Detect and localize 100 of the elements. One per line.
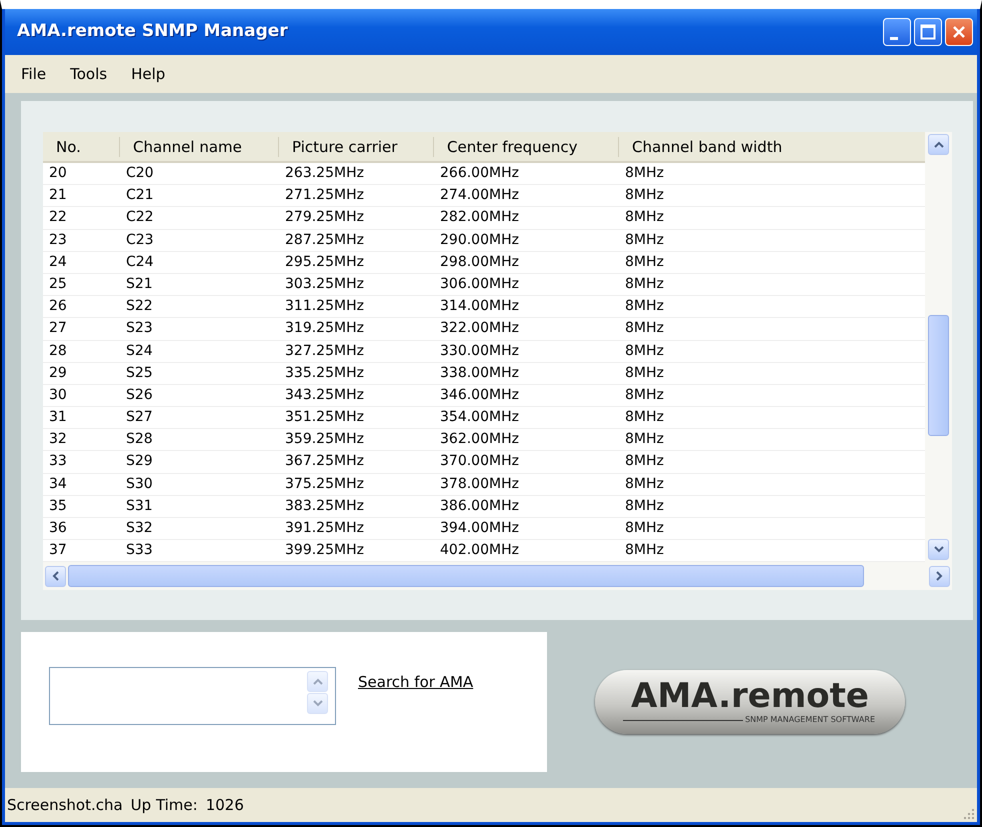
table-cell-text: 295.25MHz [284,252,365,272]
scrollbar-thumb[interactable] [928,315,949,436]
table-cell-text: 335.25MHz [284,364,365,383]
table-cell-text: C20 [125,164,155,183]
scroll-right-button[interactable] [929,566,950,587]
table-cell-text: 8MHz [624,208,665,228]
table-cell-text: 263.25MHz [284,164,365,183]
table-cell-text: 8MHz [624,541,665,560]
table-cell-text: 399.25MHz [284,541,365,560]
table-cell-text: S24 [125,342,154,360]
table-cell-text: 8MHz [624,319,665,338]
menu-item[interactable]: Help [121,60,176,88]
table-cell-text: 26 [48,297,68,316]
table-cell-text: 338.00MHz [439,364,520,383]
table-cell-text: 375.25MHz [284,474,365,494]
maximize-button[interactable] [914,18,942,46]
minimize-button[interactable] [883,18,911,46]
column-header[interactable]: Picture carrier [279,136,434,156]
table-cell-text: S21 [125,274,154,294]
table-cell-text: 24 [48,252,68,272]
chevron-down-icon [312,700,322,708]
table-cell-text: 8MHz [624,164,665,183]
table-cell-text: 23 [48,230,68,250]
status-file: Screenshot.cha [6,794,123,816]
table-cell-text: S22 [125,297,154,316]
table-cell-text: 8MHz [624,364,665,383]
table-cell-text: 319.25MHz [284,319,365,338]
chevron-down-icon [934,546,944,554]
table-cell-text: 8MHz [624,297,665,316]
logo-text: AMA.remote [631,678,869,714]
chevron-up-icon [312,678,322,686]
table-cell-text: 282.00MHz [439,208,520,228]
minimize-icon [890,36,898,40]
table-cell-text: 330.00MHz [439,342,520,360]
table-cell-text: 32 [48,430,68,450]
table-cell-text: 8MHz [624,430,665,450]
table-cell-text: S26 [125,386,154,405]
table-cell-text: 311.25MHz [284,297,365,316]
scrollbar-thumb[interactable] [68,565,864,588]
table-cell-text: 402.00MHz [439,541,520,560]
table-cell-text: C22 [125,208,155,228]
table-cell-text: 351.25MHz [284,408,365,428]
column-header[interactable]: Center frequency [434,136,619,156]
scroll-left-button[interactable] [45,566,66,587]
table-cell-text: 36 [48,519,68,538]
table-cell-text: 322.00MHz [439,319,520,338]
table-cell-text: 35 [48,496,68,516]
column-header[interactable]: Channel band width [619,136,925,156]
table-cell-text: 8MHz [624,474,665,494]
scroll-up-button[interactable] [928,134,949,155]
table-cell-text: S29 [125,452,154,472]
table-cell-text: S23 [125,319,154,338]
table-cell-text: 8MHz [624,252,665,272]
table-cell-text: 391.25MHz [284,519,365,538]
resize-grip-icon[interactable] [963,808,975,820]
table-cell-text: 8MHz [624,274,665,294]
table-cell-text: 31 [48,408,68,428]
table-cell-text: 21 [48,186,68,206]
table-cell-text: 274.00MHz [439,186,520,206]
table-cell-text: 290.00MHz [439,230,520,250]
table-cell-text: 354.00MHz [439,408,520,428]
table-cell-text: S31 [125,496,154,516]
status-label: Up Time: [130,794,198,816]
table-cell-text: 29 [48,364,68,383]
table-cell-text: 8MHz [624,186,665,206]
chevron-up-icon [934,141,944,148]
table-cell-text: 34 [48,474,68,494]
table-cell-text: 367.25MHz [284,452,365,472]
logo-tagline: SNMP MANAGEMENT SOFTWARE [745,714,875,726]
table-cell-text: S30 [125,474,154,494]
vertical-scrollbar[interactable] [925,132,952,562]
table-cell-text: 30 [48,386,68,405]
table-cell-text: 28 [48,342,68,360]
table-cell-text: 8MHz [624,496,665,516]
column-header[interactable]: No. [43,136,120,156]
column-header[interactable]: Channel name [120,136,279,156]
table-cell-text: 383.25MHz [284,496,365,516]
table-cell-text: 394.00MHz [439,519,520,538]
table-cell-text: 279.25MHz [284,208,365,228]
menu-item[interactable]: File [11,60,56,88]
chevron-left-icon [52,571,59,582]
table-cell-text: C21 [125,186,155,206]
search-link[interactable]: Search for AMA [358,671,474,694]
close-button[interactable] [945,18,973,46]
table-cell-text: S27 [125,408,154,428]
table-cell-text: 359.25MHz [284,430,365,450]
table-cell-text: 8MHz [624,386,665,405]
status-value: 1026 [206,794,244,816]
table-cell-text: 8MHz [624,342,665,360]
table-cell-text: 378.00MHz [439,474,520,494]
table-cell-text: 25 [48,274,68,294]
table-cell-text: 22 [48,208,68,228]
table-cell-text: 27 [48,319,68,338]
horizontal-scrollbar[interactable] [43,562,952,590]
table-cell-text: 327.25MHz [284,342,365,360]
menu-item[interactable]: Tools [60,60,118,88]
table-cell-text: S28 [125,430,154,450]
table-cell-text: 8MHz [624,452,665,472]
scroll-down-button[interactable] [928,539,949,560]
maximize-icon [920,24,936,40]
